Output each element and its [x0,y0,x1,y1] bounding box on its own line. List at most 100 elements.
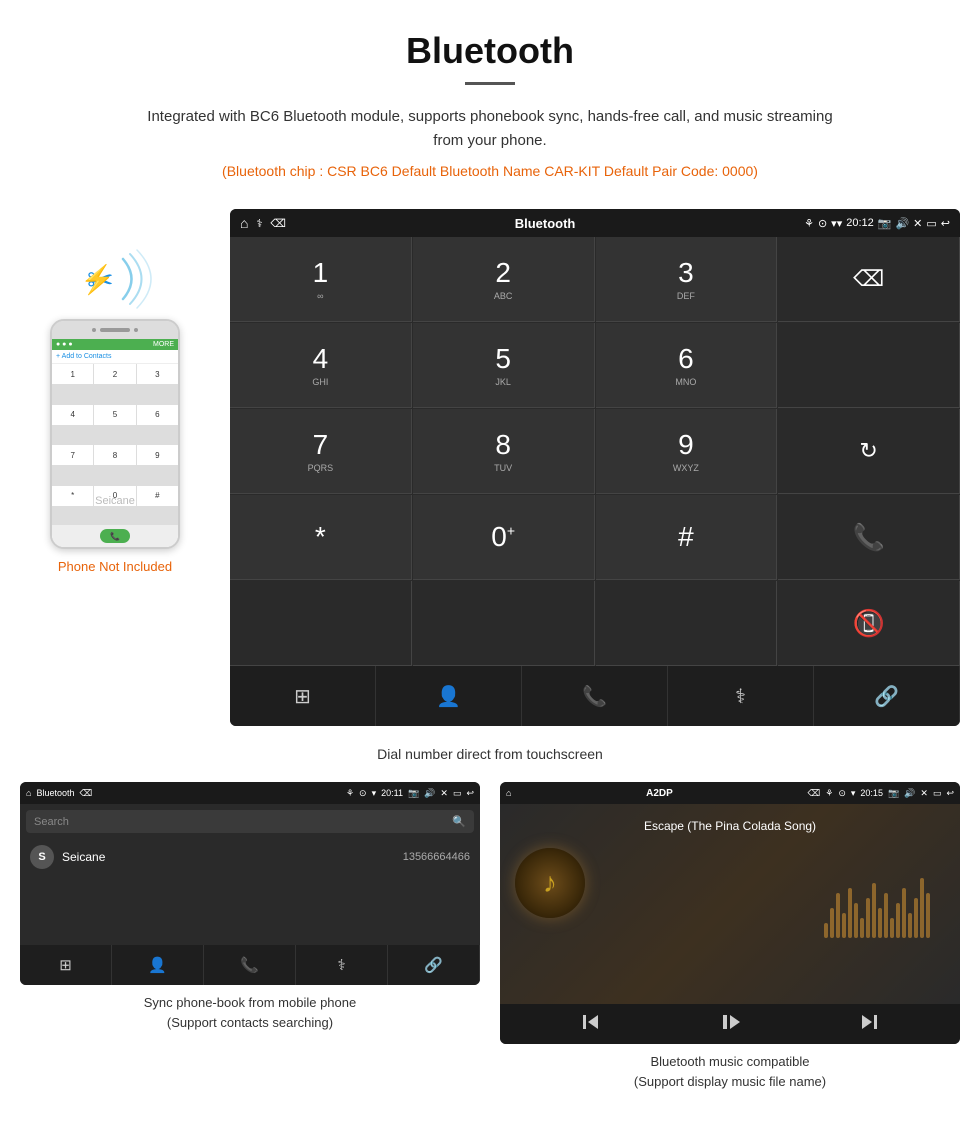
pb-nav-link[interactable]: 🔗 [388,945,480,985]
grid-icon: ⊞ [294,684,311,709]
pb-nav-grid[interactable]: ⊞ [20,945,112,985]
phone-icon: 📞 [240,956,259,974]
a2dp-back[interactable]: ↩ [946,788,954,799]
dial-key-star[interactable]: * [230,495,412,580]
call-green-icon: 📞 [852,522,884,553]
bottom-panels: ⌂ Bluetooth ⌫ ⚘ ⊙ ▾ 20:11 📷 🔊 ✕ ▭ ↩ Sear… [0,782,980,1121]
pb-bt-icon: ⚘ [346,788,354,799]
phone-dot [134,328,138,332]
pb-bottom-nav: ⊞ 👤 📞 ⚕ 🔗 [20,945,480,985]
phone-status-bar: ● ● ● MORE [52,339,178,350]
dial-key-5[interactable]: 5 JKL [413,323,595,408]
reload-icon: ↻ [859,438,877,464]
music-note-icon: ♪ [543,867,557,899]
dial-key-call[interactable]: 📞 [778,495,960,580]
dial-key-2[interactable]: 2 ABC [413,237,595,322]
time-display: 20:12 [846,217,874,229]
delete-icon: ⌫ [853,266,884,292]
a2dp-music-content: Escape (The Pina Colada Song) ♪ [500,804,960,1004]
page-title: Bluetooth [20,30,960,72]
dial-key-1[interactable]: 1 ∞ [230,237,412,322]
phone-top-bar [52,321,178,339]
dial-key-empty-2 [778,323,960,408]
bottom-nav-grid[interactable]: ⊞ [230,666,376,726]
a2dp-usb: ⌫ [808,788,821,799]
a2dp-home-icon[interactable]: ⌂ [506,788,511,798]
phone-icon: 📞 [582,684,607,709]
phonebook-panel: ⌂ Bluetooth ⌫ ⚘ ⊙ ▾ 20:11 📷 🔊 ✕ ▭ ↩ Sear… [20,782,480,1091]
bottom-nav-link[interactable]: 🔗 [814,666,960,726]
page-description: Integrated with BC6 Bluetooth module, su… [140,105,840,153]
a2dp-loc: ⊙ [838,788,846,799]
usb-icon: ⌫ [270,217,286,230]
dial-key-end-call[interactable]: 📵 [778,581,960,666]
phone-call-button: 📞 [100,529,130,543]
prev-button[interactable] [580,1012,600,1037]
a2dp-caption: Bluetooth music compatible(Support displ… [634,1052,826,1091]
specs-line: (Bluetooth chip : CSR BC6 Default Blueto… [20,163,960,179]
back-icon[interactable]: ↩ [941,217,950,230]
bluetooth-status-icon: ⚘ [804,217,814,230]
a2dp-time: 20:15 [860,788,883,798]
link-icon: 🔗 [424,956,443,974]
dial-key-empty-5c [596,581,778,666]
dial-key-4[interactable]: 4 GHI [230,323,412,408]
a2dp-panel: ⌂ A2DP ⌫ ⚘ ⊙ ▾ 20:15 📷 🔊 ✕ ▭ ↩ Escape (T… [500,782,960,1091]
play-pause-icon [720,1012,740,1032]
a2dp-screen-title: A2DP [516,788,802,799]
dial-key-0[interactable]: 0+ [413,495,595,580]
dial-key-delete[interactable]: ⌫ [778,237,960,322]
a2dp-sig: ▾ [851,788,856,799]
camera-icon: 📷 [878,217,892,230]
pb-vol: 🔊 [424,788,435,799]
dial-key-8[interactable]: 8 TUV [413,409,595,494]
phone-add-contact: + Add to Contacts [52,350,178,364]
pb-nav-phone[interactable]: 📞 [204,945,296,985]
bottom-nav-phone[interactable]: 📞 [522,666,668,726]
dial-caption: Dial number direct from touchscreen [0,746,980,762]
dial-bt-icon: ⚕ [256,217,262,230]
person-icon: 👤 [436,684,461,709]
phone-section: ✂ ⚡ ● ● ● MORE + Add to Contac [20,209,210,574]
pb-contact-name: Seicane [62,850,105,864]
bottom-nav-contacts[interactable]: 👤 [376,666,522,726]
bottom-nav-bluetooth[interactable]: ⚕ [668,666,814,726]
grid-icon: ⊞ [59,956,72,974]
dial-key-empty-5b [413,581,595,666]
home-icon[interactable]: ⌂ [240,215,248,231]
status-icons: ⚘ ⊙ ▾▾ 20:12 📷 🔊 ✕ ▭ ↩ [804,217,950,230]
pb-time: 20:11 [381,788,403,798]
pb-contact-row[interactable]: S Seicane 13566664466 [20,839,480,875]
prev-icon [580,1012,600,1032]
phone-mockup: ● ● ● MORE + Add to Contacts 1 2 3 4 5 6… [50,319,180,549]
dial-bottom-nav: ⊞ 👤 📞 ⚕ 🔗 [230,666,960,726]
svg-text:⚡: ⚡ [80,263,115,296]
dial-key-reload[interactable]: ↻ [778,409,960,494]
pb-location: ⊙ [359,788,367,799]
dial-key-6[interactable]: 6 MNO [596,323,778,408]
dial-key-hash[interactable]: # [596,495,778,580]
close-icon: ✕ [913,217,922,230]
dial-key-7[interactable]: 7 PQRS [230,409,412,494]
pb-status-bar: ⌂ Bluetooth ⌫ ⚘ ⊙ ▾ 20:11 📷 🔊 ✕ ▭ ↩ [20,782,480,804]
pb-camera: 📷 [408,788,419,799]
pb-nav-bt[interactable]: ⚕ [296,945,388,985]
phone-screen: ● ● ● MORE + Add to Contacts 1 2 3 4 5 6… [52,339,178,547]
play-pause-button[interactable] [720,1012,740,1037]
volume-icon: 🔊 [895,217,909,230]
pb-search-bar[interactable]: Search 🔍 [26,810,474,833]
main-content: ✂ ⚡ ● ● ● MORE + Add to Contac [0,209,980,726]
next-button[interactable] [860,1012,880,1037]
pb-back[interactable]: ↩ [466,788,474,799]
pb-spacer [20,875,480,945]
dial-key-empty-5a [230,581,412,666]
pb-usb-icon: ⌫ [79,788,92,799]
phone-speaker [100,328,130,332]
dial-key-9[interactable]: 9 WXYZ [596,409,778,494]
pb-home-icon[interactable]: ⌂ [26,788,31,798]
pb-nav-person[interactable]: 👤 [112,945,204,985]
end-call-icon: 📵 [852,608,884,639]
a2dp-song-title: Escape (The Pina Colada Song) [644,819,816,833]
dial-key-3[interactable]: 3 DEF [596,237,778,322]
signal-icon: ▾▾ [831,217,842,230]
